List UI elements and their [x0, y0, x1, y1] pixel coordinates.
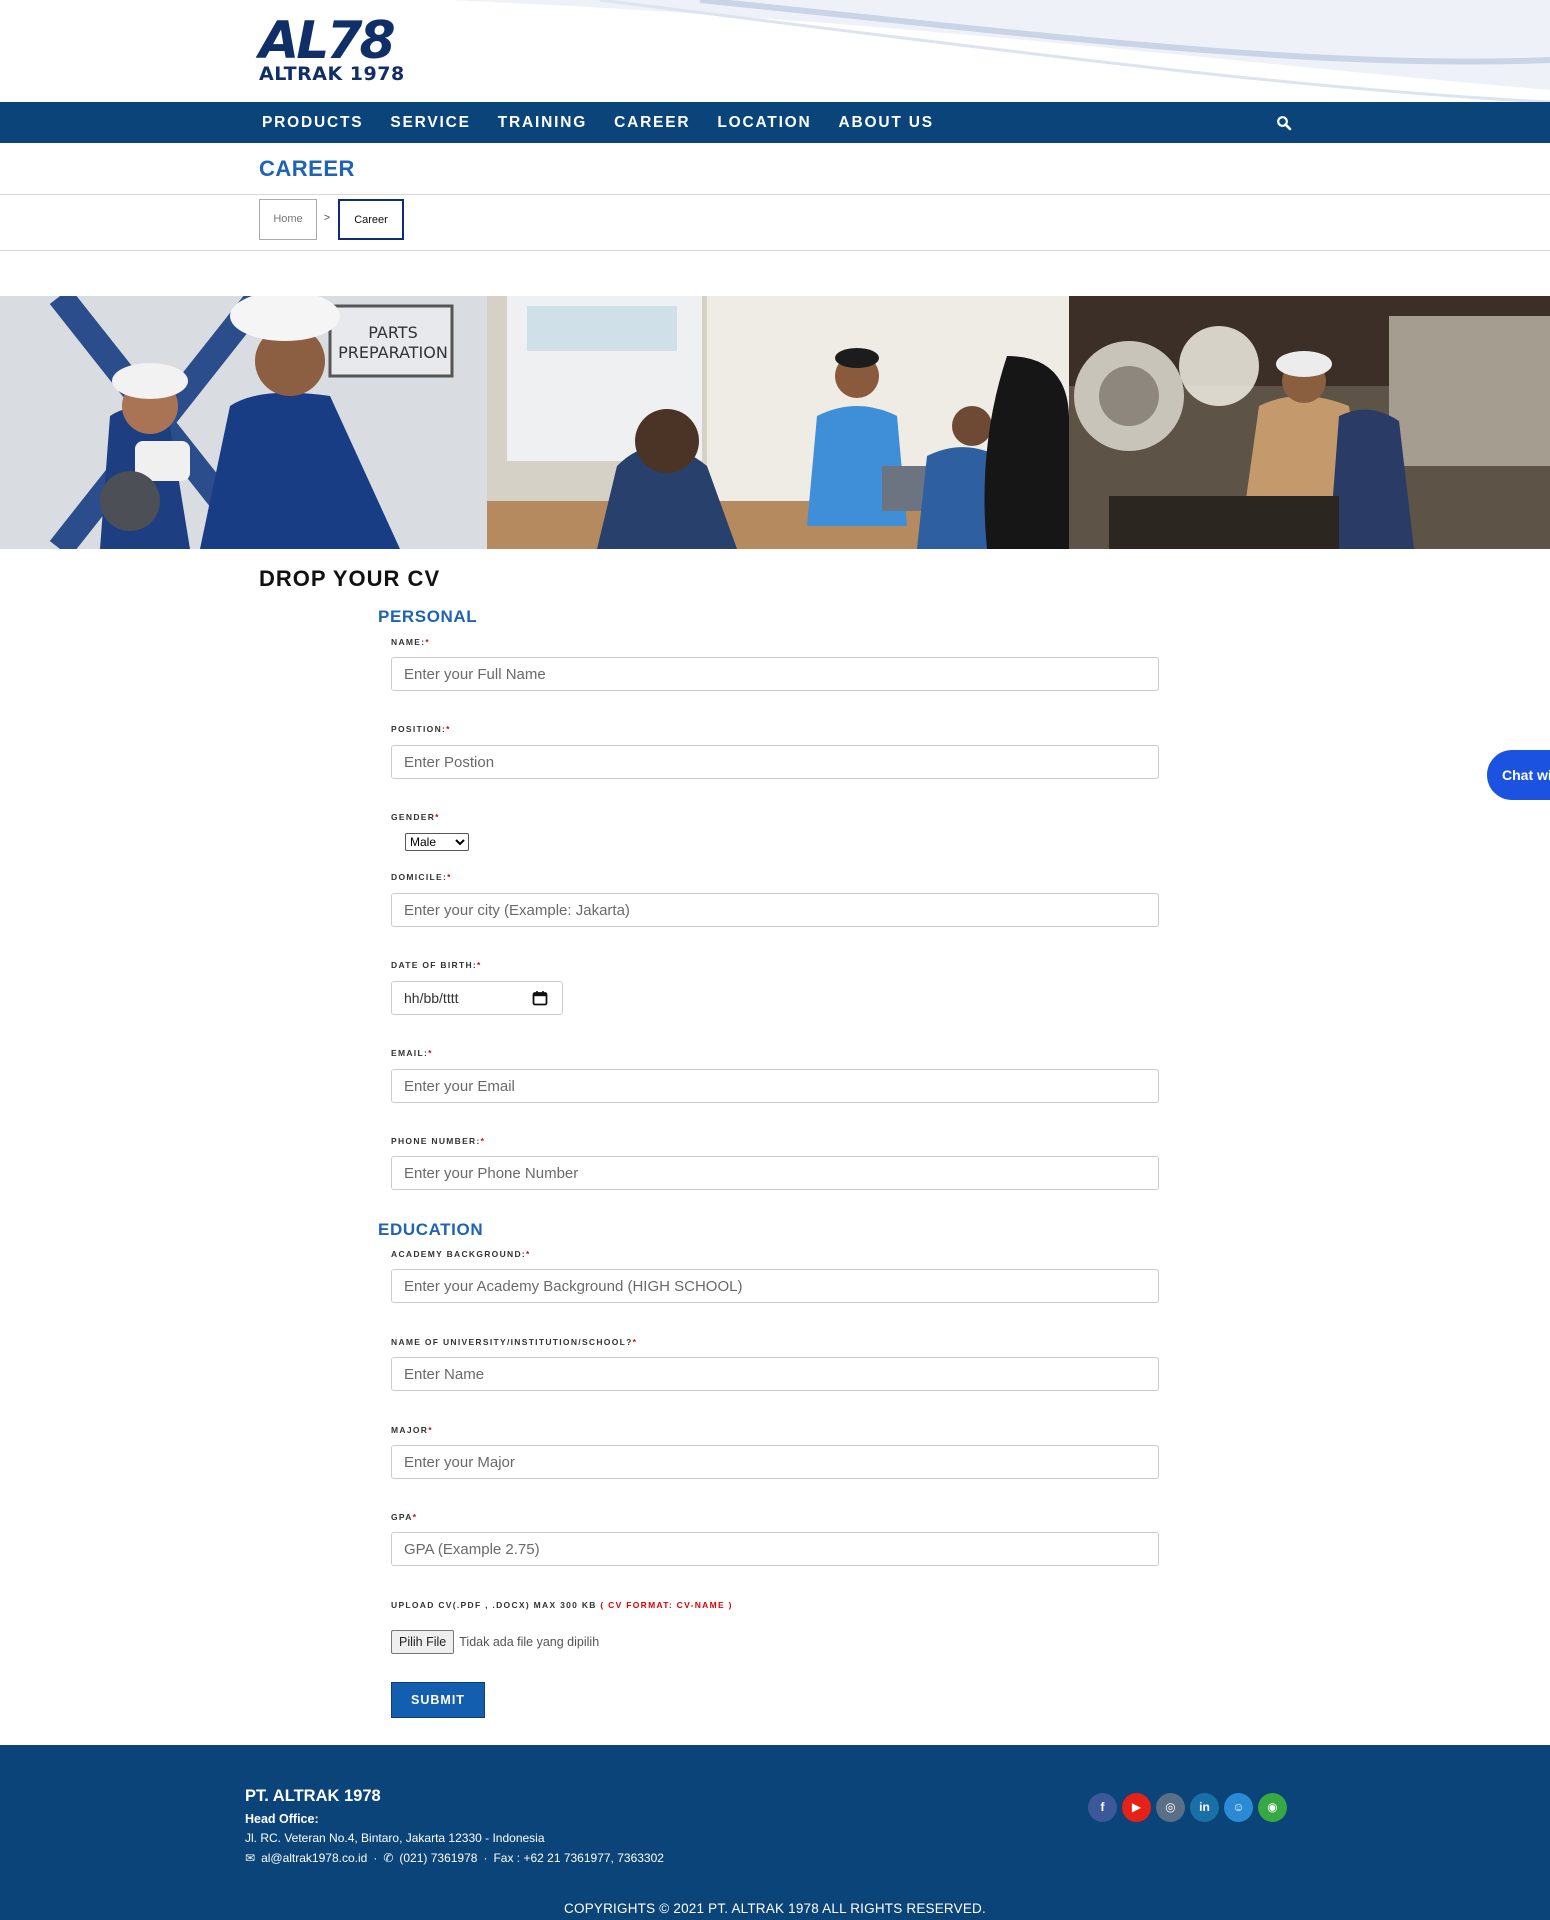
- gpa-input[interactable]: [391, 1532, 1159, 1566]
- choose-file-button[interactable]: Pilih File: [391, 1630, 455, 1654]
- file-status-text: Tidak ada file yang dipilih: [459, 1635, 600, 1649]
- nav-item-about-us[interactable]: ABOUT US: [839, 102, 934, 143]
- nav-item-service[interactable]: SERVICE: [390, 102, 470, 143]
- major-label: MAJOR*: [391, 1425, 433, 1435]
- linkedin-icon[interactable]: in: [1190, 1793, 1219, 1822]
- name-label: NAME:*: [391, 637, 430, 647]
- position-input[interactable]: [391, 745, 1159, 779]
- svg-text:PARTS: PARTS: [368, 323, 417, 342]
- section-title-education: EDUCATION: [378, 1220, 484, 1239]
- footer-phone: (021) 7361978: [399, 1851, 478, 1865]
- submit-button[interactable]: SUBMIT: [391, 1682, 485, 1718]
- facebook-icon[interactable]: f: [1088, 1793, 1117, 1822]
- main-navigation: PRODUCTS SERVICE TRAINING CAREER LOCATIO…: [0, 102, 1550, 143]
- footer-email-link[interactable]: al@altrak1978.co.id: [261, 1851, 367, 1865]
- domicile-input[interactable]: [391, 893, 1159, 927]
- cv-file-input: Pilih File Tidak ada file yang dipilih: [391, 1630, 599, 1654]
- gender-label: GENDER*: [391, 812, 440, 822]
- phone-input[interactable]: [391, 1156, 1159, 1190]
- breadcrumb-current: Career: [338, 199, 404, 240]
- date-placeholder: hh/bb/tttt: [404, 990, 459, 1006]
- logo-mark: AL78: [259, 11, 396, 71]
- institution-label: NAME OF UNIVERSITY/INSTITUTION/SCHOOL?*: [391, 1337, 638, 1347]
- academy-background-input[interactable]: [391, 1269, 1159, 1303]
- nav-item-products[interactable]: PRODUCTS: [262, 102, 363, 143]
- header-swoosh-decoration: [450, 0, 1550, 102]
- major-input[interactable]: [391, 1445, 1159, 1479]
- footer-address: Jl. RC. Veteran No.4, Bintaro, Jakarta 1…: [245, 1831, 545, 1845]
- breadcrumb-separator: >: [323, 212, 331, 224]
- position-label: POSITION:*: [391, 724, 451, 734]
- name-input[interactable]: [391, 657, 1159, 691]
- breadcrumb: Home > Career: [0, 196, 1550, 251]
- site-footer: PT. ALTRAK 1978 Head Office: Jl. RC. Vet…: [0, 1745, 1550, 1920]
- separator-dot: ·: [373, 1851, 378, 1865]
- footer-company-name: PT. ALTRAK 1978: [245, 1787, 381, 1805]
- svg-text:PREPARATION: PREPARATION: [338, 343, 448, 362]
- cv-format-note: ( CV FORMAT: CV-NAME ): [600, 1600, 733, 1610]
- mascot-app-icon[interactable]: ☺: [1224, 1793, 1253, 1822]
- banner-photo-engine-work: [1069, 296, 1550, 549]
- footer-contact: ✉ al@altrak1978.co.id · ✆ (021) 7361978 …: [245, 1851, 664, 1865]
- breadcrumb-home-link[interactable]: Home: [259, 199, 317, 240]
- nav-item-career[interactable]: CAREER: [614, 102, 690, 143]
- chat-widget-button[interactable]: Chat wi: [1487, 750, 1550, 800]
- academy-background-label: ACADEMY BACKGROUND:*: [391, 1249, 531, 1259]
- chat-app-icon[interactable]: ◉: [1258, 1793, 1287, 1822]
- banner-photo-presentation: [487, 296, 1069, 549]
- date-of-birth-label: DATE OF BIRTH:*: [391, 960, 482, 970]
- gpa-label: GPA*: [391, 1512, 418, 1522]
- footer-copyright: COPYRIGHTS © 2021 PT. ALTRAK 1978 ALL RI…: [564, 1901, 986, 1916]
- gender-select[interactable]: Male: [405, 833, 469, 851]
- banner-photo-mechanic: PARTS PREPARATION: [0, 296, 487, 549]
- upload-cv-label: UPLOAD CV(.PDF , .DOCX) MAX 300 KB ( CV …: [391, 1600, 733, 1610]
- footer-office-label: Head Office:: [245, 1812, 319, 1826]
- page-title: CAREER: [259, 156, 355, 181]
- mail-icon: ✉: [245, 1851, 256, 1865]
- form-heading: DROP YOUR CV: [259, 566, 441, 591]
- nav-item-training[interactable]: TRAINING: [498, 102, 587, 143]
- youtube-icon[interactable]: ▶: [1122, 1793, 1151, 1822]
- phone-label: PHONE NUMBER:*: [391, 1136, 486, 1146]
- date-of-birth-input[interactable]: hh/bb/tttt: [391, 981, 563, 1015]
- logo-wordmark: ALTRAK 1978: [259, 63, 405, 85]
- phone-icon: ✆: [383, 1851, 394, 1865]
- instagram-icon[interactable]: ◎: [1156, 1793, 1185, 1822]
- nav-item-location[interactable]: LOCATION: [717, 102, 811, 143]
- career-banner: PARTS PREPARATION: [0, 296, 1550, 549]
- section-title-personal: PERSONAL: [378, 607, 478, 626]
- domicile-label: DOMICILE:*: [391, 872, 452, 882]
- email-label: EMAIL:*: [391, 1048, 433, 1058]
- email-input[interactable]: [391, 1069, 1159, 1103]
- separator-dot: ·: [483, 1851, 488, 1865]
- search-icon[interactable]: [1276, 115, 1292, 131]
- altrak-logo[interactable]: AL78 ALTRAK 1978: [259, 11, 427, 85]
- institution-input[interactable]: [391, 1357, 1159, 1391]
- social-links: f ▶ ◎ in ☺ ◉: [1088, 1793, 1287, 1822]
- footer-fax: Fax : +62 21 7361977, 7363302: [493, 1851, 664, 1865]
- calendar-icon[interactable]: [532, 990, 548, 1006]
- site-header: AL78 ALTRAK 1978: [0, 0, 1550, 102]
- page-title-bar: CAREER: [0, 143, 1550, 195]
